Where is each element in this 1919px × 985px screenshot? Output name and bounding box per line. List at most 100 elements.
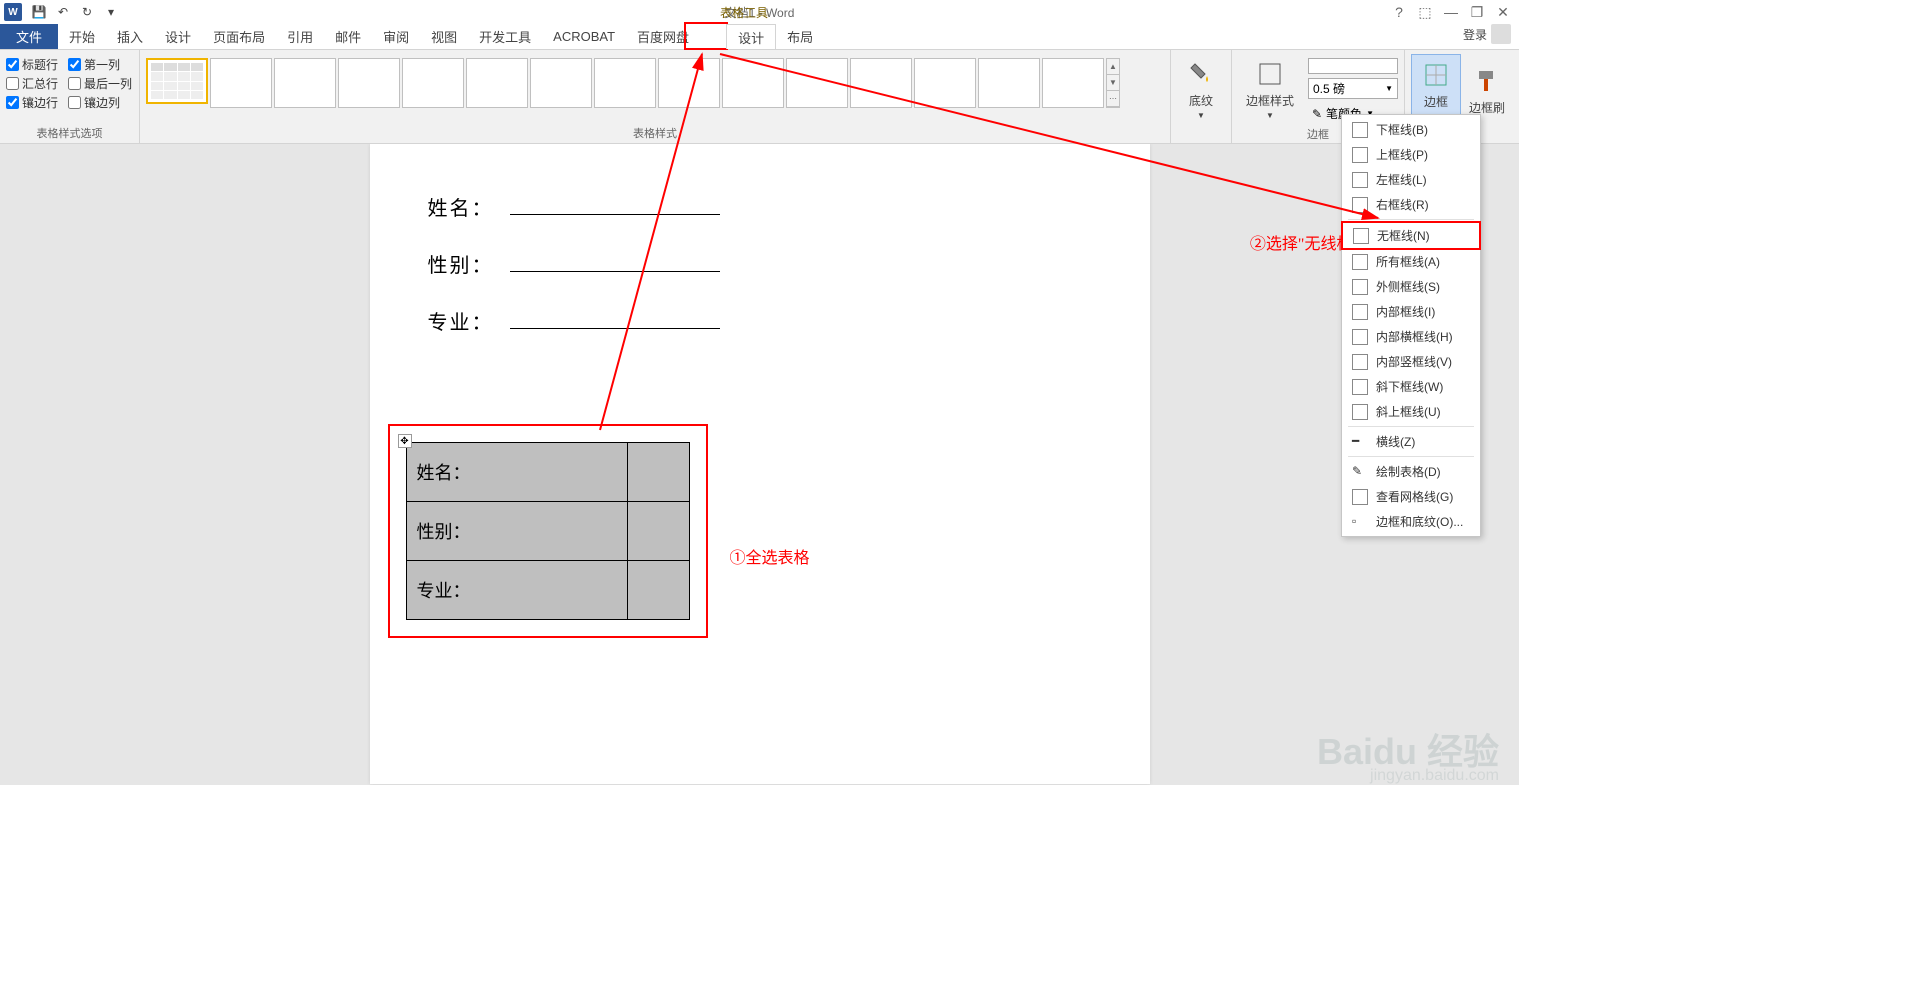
table-row: 专业： — [406, 561, 689, 620]
login-link[interactable]: 登录 — [1463, 24, 1511, 44]
tab-table-layout[interactable]: 布局 — [776, 24, 824, 49]
border-styles-button[interactable]: 边框样式▼ — [1238, 54, 1302, 124]
tab-acrobat[interactable]: ACROBAT — [542, 24, 626, 49]
form-line-name: 姓名： — [428, 192, 1110, 221]
menu-border-top[interactable]: 上框线(P) — [1342, 142, 1480, 167]
minimize-icon[interactable]: — — [1439, 2, 1463, 22]
pen-icon: ✎ — [1312, 107, 1322, 121]
table-cell[interactable] — [627, 443, 689, 502]
tab-design[interactable]: 设计 — [154, 24, 202, 49]
menu-border-all[interactable]: 所有框线(A) — [1342, 249, 1480, 274]
menu-border-bottom[interactable]: 下框线(B) — [1342, 117, 1480, 142]
menu-border-diag-down[interactable]: 斜下框线(W) — [1342, 374, 1480, 399]
menu-border-inside-h[interactable]: 内部横框线(H) — [1342, 324, 1480, 349]
border-left-icon — [1352, 172, 1368, 188]
gallery-expand[interactable]: ▲▼⋯ — [1106, 58, 1120, 108]
table-style-item[interactable] — [850, 58, 912, 108]
title-bar: W 💾 ↶ ↻ ▾ 文档1 - Word 表格工具 ? ⬚ — ❐ ✕ — [0, 0, 1519, 24]
checkbox-last-col[interactable]: 最后一列 — [68, 75, 132, 92]
menu-border-right[interactable]: 右框线(R) — [1342, 192, 1480, 217]
menu-draw-table[interactable]: ✎绘制表格(D) — [1342, 459, 1480, 484]
tab-insert[interactable]: 插入 — [106, 24, 154, 49]
tab-view[interactable]: 视图 — [420, 24, 468, 49]
menu-view-gridlines[interactable]: 查看网格线(G) — [1342, 484, 1480, 509]
document-area[interactable]: 姓名： 性别： 专业： ✥ 姓名： 性别： 专业： ①全选表格 ②选择"无线框" — [0, 144, 1519, 785]
table-style-item[interactable] — [1042, 58, 1104, 108]
menu-borders-dialog[interactable]: ▫边框和底纹(O)... — [1342, 509, 1480, 534]
table-style-item[interactable] — [658, 58, 720, 108]
table-style-item[interactable] — [274, 58, 336, 108]
table-cell[interactable]: 姓名： — [406, 443, 627, 502]
checkbox-first-col[interactable]: 第一列 — [68, 56, 120, 73]
table-cell[interactable] — [627, 561, 689, 620]
tab-file[interactable]: 文件 — [0, 24, 58, 49]
word-app-icon: W — [4, 3, 22, 21]
restore-icon[interactable]: ❐ — [1465, 2, 1489, 22]
checkbox-banded-col[interactable]: 镶边列 — [68, 94, 120, 111]
ribbon-options-icon[interactable]: ⬚ — [1413, 2, 1437, 22]
table-style-item[interactable] — [722, 58, 784, 108]
border-inside-h-icon — [1352, 329, 1368, 345]
form-line-gender: 性别： — [428, 249, 1110, 278]
label-name: 姓名： — [428, 192, 510, 221]
table-style-selected[interactable] — [146, 58, 208, 104]
save-icon[interactable]: 💾 — [28, 1, 50, 23]
checkbox-total-row[interactable]: 汇总行 — [6, 75, 58, 92]
avatar-icon — [1491, 24, 1511, 44]
tab-baidu[interactable]: 百度网盘 — [626, 24, 700, 49]
menu-border-inside[interactable]: 内部框线(I) — [1342, 299, 1480, 324]
table-row: 姓名： — [406, 443, 689, 502]
menu-border-outside[interactable]: 外侧框线(S) — [1342, 274, 1480, 299]
menu-border-none[interactable]: 无框线(N) — [1341, 221, 1481, 250]
contextual-tab-title: 表格工具 — [720, 4, 768, 21]
border-width-selector[interactable]: 0.5 磅▼ — [1308, 78, 1398, 99]
table-style-item[interactable] — [466, 58, 528, 108]
table-move-handle-icon[interactable]: ✥ — [398, 434, 412, 448]
table-style-item[interactable] — [786, 58, 848, 108]
table-style-item[interactable] — [210, 58, 272, 108]
border-inside-icon — [1352, 304, 1368, 320]
border-all-icon — [1352, 254, 1368, 270]
table-cell[interactable]: 性别： — [406, 502, 627, 561]
table-cell[interactable]: 专业： — [406, 561, 627, 620]
table-style-item[interactable] — [402, 58, 464, 108]
table-style-item[interactable] — [530, 58, 592, 108]
group-table-style-options: 标题行 第一列 汇总行 最后一列 镶边行 镶边列 表格样式选项 — [0, 50, 140, 143]
qat-dropdown-icon[interactable]: ▾ — [100, 1, 122, 23]
table-style-item[interactable] — [978, 58, 1040, 108]
table-cell[interactable] — [627, 502, 689, 561]
table-style-item[interactable] — [338, 58, 400, 108]
table-style-item[interactable] — [594, 58, 656, 108]
group-table-styles: ▲▼⋯ 表格样式 — [140, 50, 1171, 143]
checkbox-banded-row[interactable]: 镶边行 — [6, 94, 58, 111]
tab-page-layout[interactable]: 页面布局 — [202, 24, 276, 49]
checkbox-header-row[interactable]: 标题行 — [6, 56, 58, 73]
close-icon[interactable]: ✕ — [1491, 2, 1515, 22]
table-style-item[interactable] — [914, 58, 976, 108]
tab-mailings[interactable]: 邮件 — [324, 24, 372, 49]
document-table[interactable]: 姓名： 性别： 专业： — [406, 442, 690, 620]
tab-review[interactable]: 审阅 — [372, 24, 420, 49]
annotation-1: ①全选表格 — [730, 544, 810, 568]
shading-button[interactable]: 底纹▼ — [1177, 54, 1225, 124]
menu-hline[interactable]: ━横线(Z) — [1342, 429, 1480, 454]
tab-references[interactable]: 引用 — [276, 24, 324, 49]
border-diag-down-icon — [1352, 379, 1368, 395]
menu-border-diag-up[interactable]: 斜上框线(U) — [1342, 399, 1480, 424]
undo-icon[interactable]: ↶ — [52, 1, 74, 23]
group-label-table-styles: 表格样式 — [146, 123, 1164, 143]
help-icon[interactable]: ? — [1387, 2, 1411, 22]
group-label-style-options: 表格样式选项 — [6, 123, 133, 143]
hline-icon: ━ — [1352, 434, 1368, 450]
group-shading: 底纹▼ — [1171, 50, 1232, 143]
menu-border-inside-v[interactable]: 内部竖框线(V) — [1342, 349, 1480, 374]
redo-icon[interactable]: ↻ — [76, 1, 98, 23]
quick-access-toolbar: 💾 ↶ ↻ ▾ — [28, 1, 122, 23]
tab-home[interactable]: 开始 — [58, 24, 106, 49]
form-line-major: 专业： — [428, 306, 1110, 335]
tab-table-design[interactable]: 设计 — [726, 24, 776, 49]
menu-border-left[interactable]: 左框线(L) — [1342, 167, 1480, 192]
border-right-icon — [1352, 197, 1368, 213]
ribbon-tabs: 文件 开始 插入 设计 页面布局 引用 邮件 审阅 视图 开发工具 ACROBA… — [0, 24, 1519, 50]
tab-developer[interactable]: 开发工具 — [468, 24, 542, 49]
